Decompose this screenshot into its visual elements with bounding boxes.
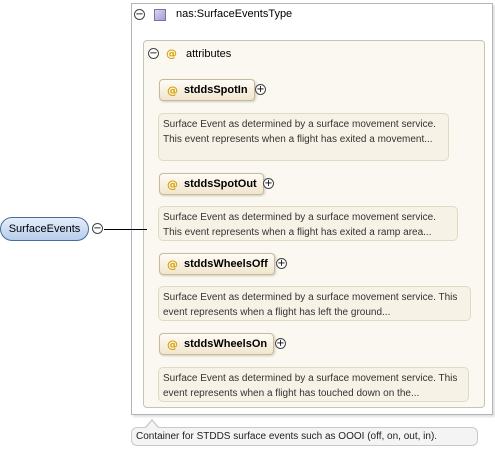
element-doc: Container for STDDS surface events such … [131,427,478,446]
attribute-name: stddsWheelsOff [184,258,268,270]
attribute-doc: Surface Event as determined by a surface… [158,367,469,402]
attribute-icon: @ [167,337,178,351]
doc-pointer-fill [146,421,158,428]
attribute-doc: Surface Event as determined by a surface… [158,113,449,161]
attribute-name: stddsSpotOut [184,178,257,190]
collapse-type-button[interactable]: − [134,9,145,20]
attribute-icon: @ [167,177,178,191]
type-name: nas:SurfaceEventsType [176,8,293,20]
attribute-icon: @ [167,257,178,271]
element-node[interactable]: SurfaceEvents [0,217,89,241]
attribute-node-stddsWheelsOn[interactable]: @ stddsWheelsOn [159,333,275,355]
attribute-name: stddsSpotIn [184,84,248,96]
connector-line [104,229,147,230]
attribute-node-stddsSpotOut[interactable]: @ stddsSpotOut [159,173,264,195]
complex-type-icon [154,9,166,21]
expand-stddsWheelsOff-button[interactable]: + [276,258,287,269]
attribute-doc: Surface Event as determined by a surface… [158,206,458,241]
collapse-element-button[interactable]: − [92,223,103,234]
attribute-icon: @ [167,83,178,97]
expand-stddsSpotOut-button[interactable]: + [263,178,274,189]
attributes-label: attributes [186,48,232,60]
attribute-node-stddsWheelsOff[interactable]: @ stddsWheelsOff [159,253,275,275]
attribute-doc: Surface Event as determined by a surface… [158,286,471,321]
expand-stddsWheelsOn-button[interactable]: + [275,338,286,349]
attribute-icon: @ [166,47,177,60]
expand-stddsSpotIn-button[interactable]: + [255,84,266,95]
attribute-node-stddsSpotIn[interactable]: @ stddsSpotIn [159,79,255,101]
collapse-attributes-button[interactable]: − [148,48,159,59]
attribute-name: stddsWheelsOn [184,338,268,350]
